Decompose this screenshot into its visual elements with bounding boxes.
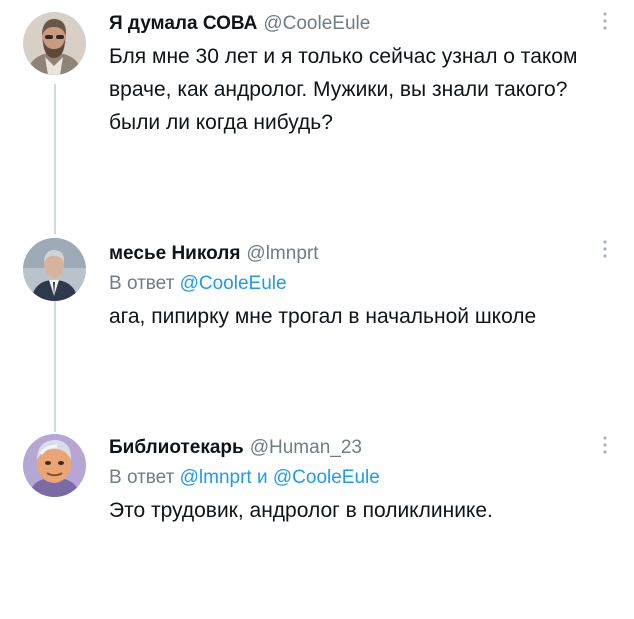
reply-context: В ответ @CooleEule bbox=[109, 272, 604, 296]
more-options-vertical-icon bbox=[603, 12, 607, 30]
tweet-text: ага, пипирку мне трогал в начальной школ… bbox=[109, 305, 537, 328]
more-options-vertical-icon bbox=[603, 436, 607, 454]
bearded-man-avatar-icon[interactable] bbox=[23, 12, 86, 75]
more-options-button[interactable] bbox=[598, 238, 612, 260]
more-options-vertical-icon bbox=[603, 240, 607, 258]
more-options-button[interactable] bbox=[598, 434, 612, 456]
man-in-suit-avatar-icon[interactable] bbox=[23, 238, 86, 301]
reply-mention-link[interactable]: @lmnprt bbox=[180, 467, 252, 488]
author-name[interactable]: месье Николя bbox=[109, 243, 240, 264]
cartoon-character-avatar-icon[interactable] bbox=[23, 434, 86, 497]
tweet-thread: Я думала СОВА @CooleEule Бля мне 30 лет и… bbox=[0, 0, 634, 619]
reply-context: В ответ @lmnprt и @CooleEule bbox=[109, 466, 604, 490]
thread-connector-line bbox=[54, 300, 56, 432]
author-handle[interactable]: @lmnprt bbox=[246, 243, 318, 264]
author-handle[interactable]: @Human_23 bbox=[250, 437, 362, 458]
reply-mention-link[interactable]: @CooleEule bbox=[180, 273, 287, 294]
tweet-header: Библиотекарь @Human_23 bbox=[109, 436, 604, 460]
reply-prefix: В ответ bbox=[109, 467, 175, 488]
thread-connector-line bbox=[54, 84, 56, 234]
reply-joiner: и bbox=[256, 467, 268, 488]
tweet-text: Бля мне 30 лет и я только сейчас узнал о… bbox=[109, 45, 578, 134]
more-options-button[interactable] bbox=[598, 10, 612, 32]
reply-prefix: В ответ bbox=[109, 273, 175, 294]
tweet-header: Я думала СОВА @CooleEule bbox=[109, 12, 604, 36]
author-name[interactable]: Я думала СОВА bbox=[109, 13, 257, 34]
author-handle[interactable]: @CooleEule bbox=[263, 13, 370, 34]
reply-mention-link[interactable]: @CooleEule bbox=[273, 467, 380, 488]
tweet-header: месье Николя @lmnprt bbox=[109, 242, 604, 266]
author-name[interactable]: Библиотекарь bbox=[109, 437, 244, 458]
tweet-text: Это трудовик, андролог в поликлинике. bbox=[109, 499, 493, 522]
